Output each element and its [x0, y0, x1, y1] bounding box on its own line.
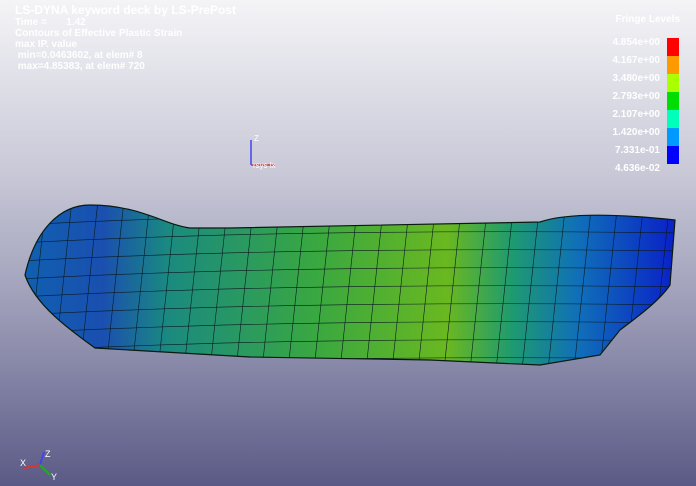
rsys-z: Z	[254, 134, 259, 143]
viewport[interactable]: Z rsys lx Z X Y	[0, 0, 696, 486]
rsys-label: rsys lx	[253, 161, 276, 170]
axis-x: X	[20, 458, 26, 468]
mesh-part[interactable]	[2, 200, 690, 370]
axis-z: Z	[45, 449, 51, 459]
axis-triad: Z X Y	[20, 449, 57, 482]
axis-y: Y	[51, 472, 57, 482]
rsys-triad: Z rsys lx	[250, 134, 276, 170]
